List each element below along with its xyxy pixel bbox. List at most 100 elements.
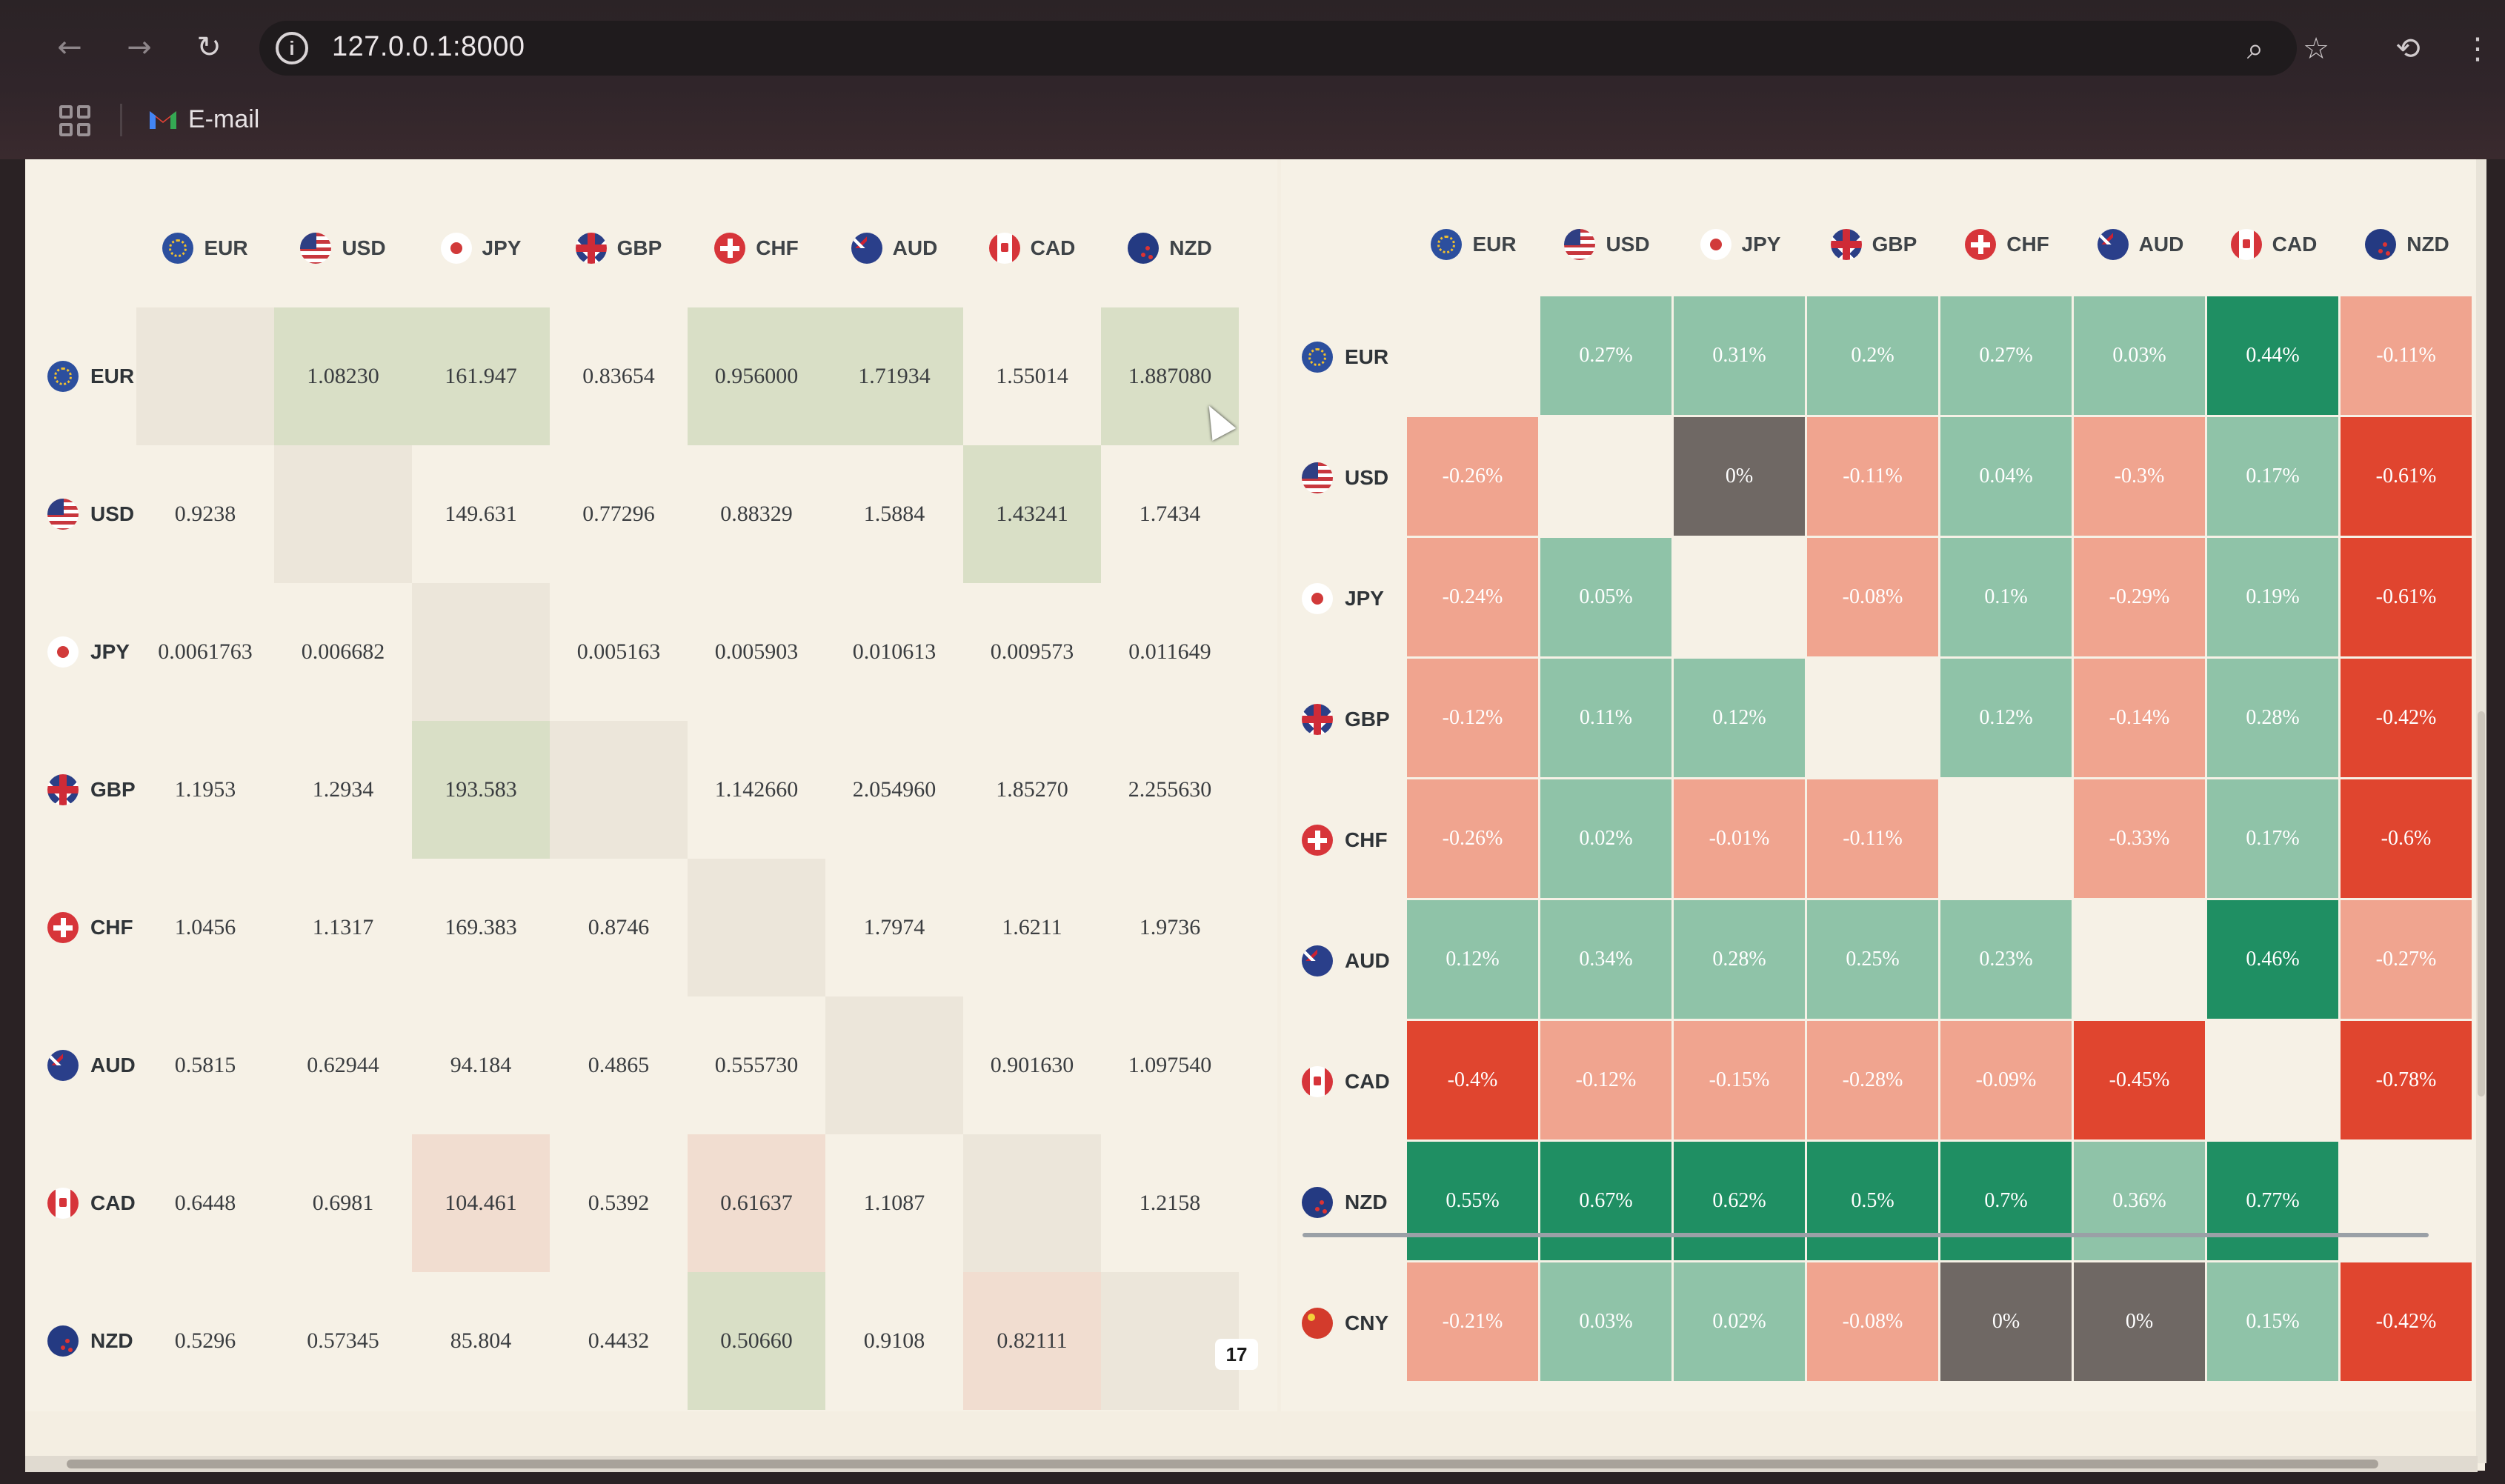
row-header-nzd[interactable]: NZD xyxy=(47,1272,133,1410)
heatmap-cell[interactable]: -0.01% xyxy=(1674,779,1807,900)
bookmark-star-icon[interactable]: ☆ xyxy=(2297,30,2335,68)
rate-cell[interactable]: 149.631 xyxy=(412,445,550,583)
heatmap-cell[interactable]: -0.61% xyxy=(2341,417,2474,538)
row-header-usd[interactable]: USD xyxy=(47,445,134,583)
heatmap-cell[interactable]: 0.17% xyxy=(2207,779,2341,900)
heatmap-column-header-gbp[interactable]: GBP xyxy=(1807,215,1940,274)
heatmap-cell[interactable]: 0.12% xyxy=(1674,659,1807,779)
heatmap-cell[interactable]: 0.03% xyxy=(2074,296,2207,417)
heatmap-cell[interactable]: -0.45% xyxy=(2074,1021,2207,1142)
heatmap-cell[interactable]: 0.67% xyxy=(1540,1142,1674,1262)
heatmap-row-header-cny[interactable]: CNY xyxy=(1302,1262,1388,1383)
tradingview-logo[interactable]: 17 xyxy=(1215,1339,1258,1370)
horizontal-scrollbar-thumb[interactable] xyxy=(67,1460,2378,1468)
rate-cell[interactable]: 0.956000 xyxy=(688,307,825,445)
rate-cell[interactable]: 0.9108 xyxy=(825,1272,963,1410)
heatmap-row-header-usd[interactable]: USD xyxy=(1302,417,1388,538)
heatmap-cell[interactable] xyxy=(1807,659,1940,779)
heatmap-cell[interactable]: -0.42% xyxy=(2341,659,2474,779)
heatmap-cell[interactable] xyxy=(1540,417,1674,538)
menu-kebab-icon[interactable]: ⋮ xyxy=(2458,30,2497,68)
column-header-eur[interactable]: EUR xyxy=(136,219,274,278)
heatmap-row-header-aud[interactable]: AUD xyxy=(1302,900,1390,1021)
heatmap-cell[interactable]: 0.55% xyxy=(1407,1142,1540,1262)
heatmap-cell[interactable] xyxy=(2341,1142,2474,1262)
heatmap-cell[interactable]: -0.12% xyxy=(1407,659,1540,779)
row-header-gbp[interactable]: GBP xyxy=(47,721,136,859)
heatmap-cell[interactable]: 0.25% xyxy=(1807,900,1940,1021)
rate-cell[interactable]: 1.08230 xyxy=(274,307,412,445)
heatmap-row-header-eur[interactable]: EUR xyxy=(1302,296,1388,417)
heatmap-row-header-cad[interactable]: CAD xyxy=(1302,1021,1390,1142)
heatmap-cell[interactable] xyxy=(2074,900,2207,1021)
heatmap-cell[interactable]: 0% xyxy=(1940,1262,2074,1383)
rate-cell[interactable]: 1.2934 xyxy=(274,721,412,859)
heatmap-column-header-aud[interactable]: AUD xyxy=(2074,215,2207,274)
rate-cell[interactable]: 0.57345 xyxy=(274,1272,412,1410)
heatmap-cell[interactable]: -0.33% xyxy=(2074,779,2207,900)
heatmap-cell[interactable]: 0.1% xyxy=(1940,538,2074,659)
rate-cell[interactable]: 1.5884 xyxy=(825,445,963,583)
heatmap-cell[interactable]: 0.28% xyxy=(2207,659,2341,779)
column-header-jpy[interactable]: JPY xyxy=(412,219,550,278)
heatmap-cell[interactable]: -0.08% xyxy=(1807,1262,1940,1383)
heatmap-cell[interactable]: -0.4% xyxy=(1407,1021,1540,1142)
rate-cell[interactable]: 0.4865 xyxy=(550,996,688,1134)
rate-cell[interactable]: 85.804 xyxy=(412,1272,550,1410)
rate-cell[interactable]: 0.82111 xyxy=(963,1272,1101,1410)
heatmap-cell[interactable]: -0.27% xyxy=(2341,900,2474,1021)
rate-cell[interactable]: 161.947 xyxy=(412,307,550,445)
rate-cell[interactable]: 2.054960 xyxy=(825,721,963,859)
heatmap-cell[interactable]: 0.44% xyxy=(2207,296,2341,417)
heatmap-cell[interactable]: -0.08% xyxy=(1807,538,1940,659)
rate-cell[interactable]: 1.1317 xyxy=(274,859,412,996)
heatmap-column-header-chf[interactable]: CHF xyxy=(1940,215,2074,274)
rate-cell[interactable]: 0.77296 xyxy=(550,445,688,583)
rate-cell[interactable]: 0.8746 xyxy=(550,859,688,996)
rate-cell[interactable]: 0.61637 xyxy=(688,1134,825,1272)
rate-cell[interactable]: 0.901630 xyxy=(963,996,1101,1134)
heatmap-column-header-eur[interactable]: EUR xyxy=(1407,215,1540,274)
heatmap-row-header-chf[interactable]: CHF xyxy=(1302,779,1388,900)
rate-cell[interactable]: 1.6211 xyxy=(963,859,1101,996)
heatmap-cell[interactable]: -0.11% xyxy=(1807,779,1940,900)
heatmap-column-header-usd[interactable]: USD xyxy=(1540,215,1674,274)
rate-cell[interactable]: 0.62944 xyxy=(274,996,412,1134)
rate-cell[interactable]: 0.50660 xyxy=(688,1272,825,1410)
bookmark-email[interactable]: E-mail xyxy=(148,101,259,138)
heatmap-cell[interactable]: 0.19% xyxy=(2207,538,2341,659)
heatmap-cell[interactable]: 0.34% xyxy=(1540,900,1674,1021)
column-header-nzd[interactable]: NZD xyxy=(1101,219,1239,278)
zoom-search-icon[interactable]: ⌕ xyxy=(2236,30,2275,68)
column-header-usd[interactable]: USD xyxy=(274,219,412,278)
heatmap-cell[interactable]: 0.11% xyxy=(1540,659,1674,779)
rate-cell[interactable]: 0.011649 xyxy=(1101,583,1239,721)
rate-cell[interactable] xyxy=(136,307,274,445)
heatmap-cell[interactable]: 0.2% xyxy=(1807,296,1940,417)
heatmap-cell[interactable] xyxy=(1407,296,1540,417)
rate-cell[interactable]: 1.43241 xyxy=(963,445,1101,583)
heatmap-cell[interactable]: -0.29% xyxy=(2074,538,2207,659)
heatmap-cell[interactable]: 0.28% xyxy=(1674,900,1807,1021)
heatmap-cell[interactable] xyxy=(1674,538,1807,659)
rate-cell[interactable]: 1.1953 xyxy=(136,721,274,859)
rate-cell[interactable]: 0.006682 xyxy=(274,583,412,721)
rate-cell[interactable]: 0.5815 xyxy=(136,996,274,1134)
rate-cell[interactable]: 0.6448 xyxy=(136,1134,274,1272)
heatmap-cell[interactable]: 0.02% xyxy=(1540,779,1674,900)
heatmap-cell[interactable]: 0.31% xyxy=(1674,296,1807,417)
forward-arrow-icon[interactable]: → xyxy=(119,27,160,68)
heatmap-cell[interactable]: 0.5% xyxy=(1807,1142,1940,1262)
heatmap-cell[interactable]: -0.15% xyxy=(1674,1021,1807,1142)
rate-cell[interactable]: 0.0061763 xyxy=(136,583,274,721)
heatmap-cell[interactable]: 0% xyxy=(1674,417,1807,538)
heatmap-cell[interactable] xyxy=(1940,779,2074,900)
rate-cell[interactable]: 1.71934 xyxy=(825,307,963,445)
rate-cell[interactable] xyxy=(825,996,963,1134)
heatmap-cell[interactable]: 0.27% xyxy=(1940,296,2074,417)
heatmap-cell[interactable]: -0.14% xyxy=(2074,659,2207,779)
row-header-chf[interactable]: CHF xyxy=(47,859,133,996)
rate-cell[interactable]: 0.010613 xyxy=(825,583,963,721)
rate-cell[interactable]: 0.83654 xyxy=(550,307,688,445)
rate-cell[interactable]: 1.7974 xyxy=(825,859,963,996)
